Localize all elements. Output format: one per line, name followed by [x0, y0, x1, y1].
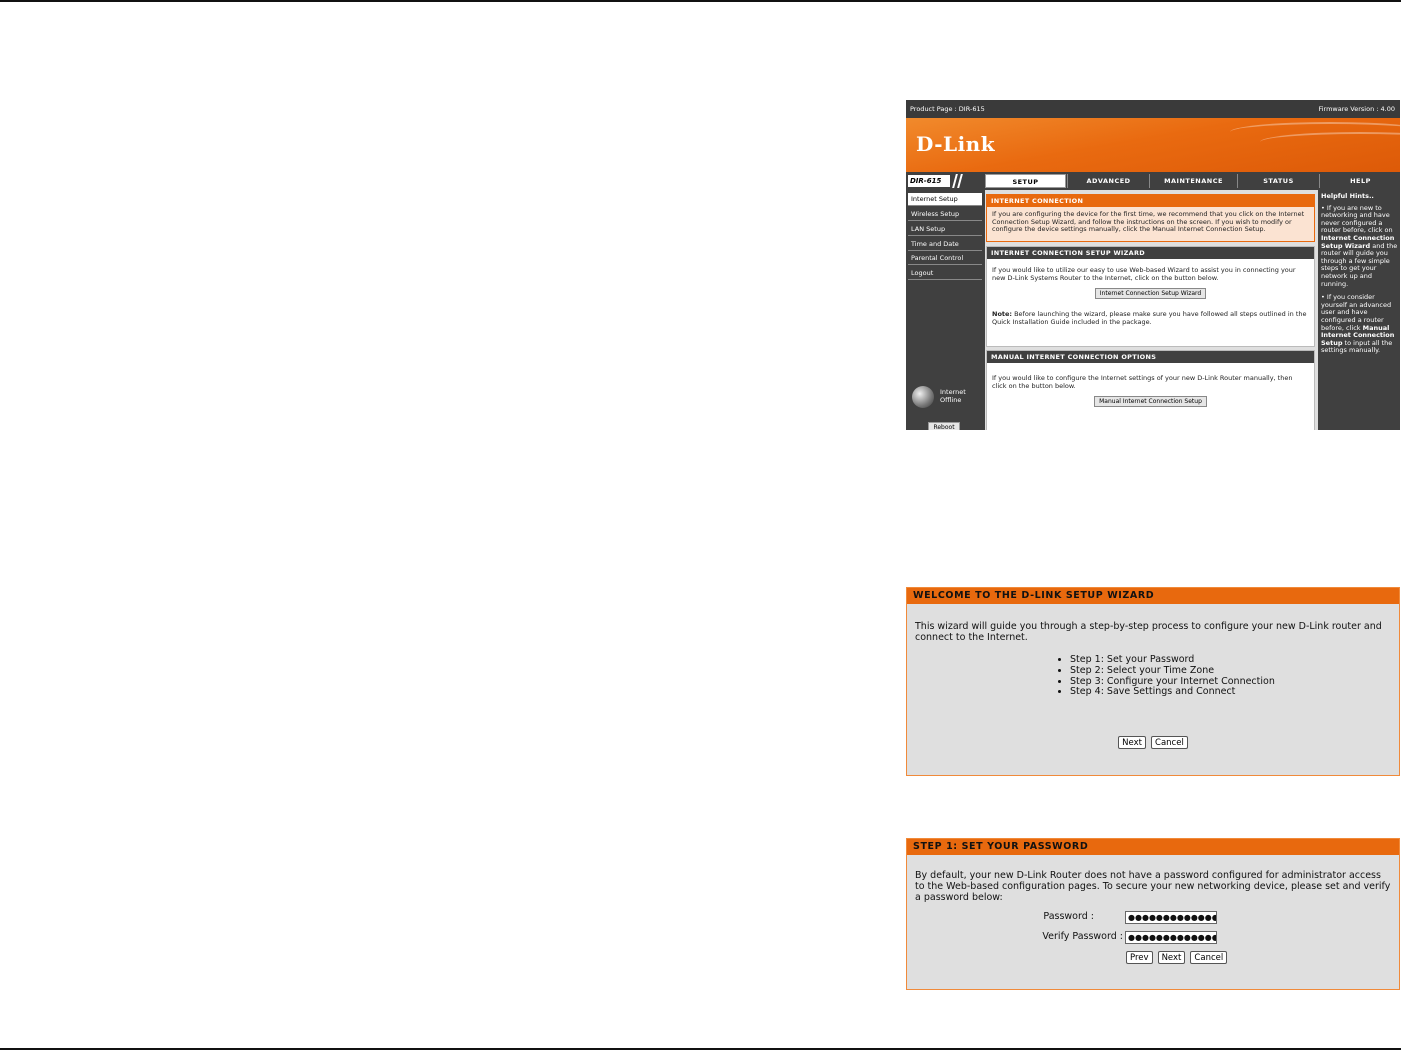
tab-setup[interactable]: SETUP	[985, 174, 1066, 188]
bottom-rule	[0, 1048, 1401, 1050]
sidebar-item-time-and-date[interactable]: Time and Date	[908, 238, 982, 251]
helpful-hints-panel: Helpful Hints.. • If you are new to netw…	[1319, 190, 1400, 430]
wizard-note: Note: Before launching the wizard, pleas…	[992, 310, 1309, 326]
internet-status-label: Internet	[940, 388, 966, 396]
tab-help[interactable]: HELP	[1319, 174, 1400, 188]
section-text: If you would like to configure the Inter…	[992, 374, 1293, 390]
panel-title: STEP 1: SET YOUR PASSWORD	[907, 839, 1399, 855]
product-page-label: Product Page : DIR-615	[910, 105, 985, 113]
password-input[interactable]: ●●●●●●●●●●●●●●●	[1125, 911, 1217, 924]
next-button[interactable]: Next	[1118, 736, 1146, 749]
hint-advanced-user: • If you consider yourself an advanced u…	[1319, 293, 1400, 361]
internet-status-globe-icon	[912, 386, 934, 408]
section-title: INTERNET CONNECTION SETUP WIZARD	[987, 247, 1314, 259]
cancel-button[interactable]: Cancel	[1151, 736, 1188, 749]
reboot-button[interactable]: Reboot	[928, 422, 960, 430]
setup-wizard-button[interactable]: Internet Connection Setup Wizard	[1094, 288, 1207, 299]
set-password-panel: STEP 1: SET YOUR PASSWORD By default, yo…	[906, 838, 1400, 990]
hint-text: and the router will guide you through a …	[1321, 241, 1398, 288]
hint-new-user: • If you are new to networking and have …	[1319, 203, 1400, 295]
section-text: If you would like to utilize our easy to…	[992, 266, 1296, 282]
top-rule	[0, 0, 1401, 2]
verify-password-input[interactable]: ●●●●●●●●●●●●●●●	[1125, 931, 1217, 944]
tab-status[interactable]: STATUS	[1237, 174, 1319, 188]
dlink-logo: D-Link	[916, 132, 996, 156]
setup-wizard-section: INTERNET CONNECTION SETUP WIZARD If you …	[986, 246, 1315, 347]
section-title: MANUAL INTERNET CONNECTION OPTIONS	[987, 351, 1314, 363]
next-button[interactable]: Next	[1157, 951, 1186, 964]
list-item: Step 4: Save Settings and Connect	[1070, 687, 1399, 698]
password-instructions: By default, your new D-Link Router does …	[915, 870, 1391, 903]
hints-title: Helpful Hints..	[1321, 192, 1374, 200]
router-setup-screenshot: Product Page : DIR-615 Firmware Version …	[906, 100, 1400, 430]
sidebar-item-wireless-setup[interactable]: Wireless Setup	[908, 208, 982, 221]
list-item: Step 2: Select your Time Zone	[1070, 665, 1399, 677]
cancel-button[interactable]: Cancel	[1190, 951, 1228, 964]
router-top-bar: Product Page : DIR-615 Firmware Version …	[906, 100, 1400, 118]
welcome-text: This wizard will guide you through a ste…	[915, 621, 1382, 643]
tab-maintenance[interactable]: MAINTENANCE	[1149, 174, 1237, 188]
internet-connection-section: INTERNET CONNECTION If you are configuri…	[986, 194, 1315, 242]
password-buttons: Prev Next Cancel	[1125, 951, 1228, 964]
firmware-version-label: Firmware Version : 4.00	[1318, 105, 1395, 113]
left-sidebar: Internet Setup Wireless Setup LAN Setup …	[906, 190, 984, 430]
panel-title: WELCOME TO THE D-LINK SETUP WIZARD	[907, 588, 1399, 604]
model-badge: DIR-615	[908, 175, 950, 187]
manual-connection-section: MANUAL INTERNET CONNECTION OPTIONS If yo…	[986, 350, 1315, 430]
password-label-wrap: Password :	[907, 910, 1094, 924]
banner-swoosh	[1260, 132, 1400, 152]
section-title: INTERNET CONNECTION	[987, 195, 1314, 207]
password-label: Password :	[1043, 911, 1094, 922]
sidebar-item-lan-setup[interactable]: LAN Setup	[908, 223, 982, 236]
verify-password-label: Verify Password :	[1042, 931, 1123, 942]
welcome-wizard-panel: WELCOME TO THE D-LINK SETUP WIZARD This …	[906, 587, 1400, 776]
section-text: If you are configuring the device for th…	[992, 210, 1305, 233]
dlink-banner: D-Link	[906, 118, 1400, 172]
main-content: INTERNET CONNECTION If you are configuri…	[985, 190, 1318, 430]
note-text: Before launching the wizard, please make…	[992, 310, 1307, 326]
internet-status: Internet Offline	[940, 388, 966, 404]
sidebar-item-logout[interactable]: Logout	[908, 267, 982, 280]
wizard-buttons: Next Cancel	[907, 736, 1399, 749]
tab-advanced[interactable]: ADVANCED	[1067, 174, 1149, 188]
wizard-steps-list: Step 1: Set your Password Step 2: Select…	[1056, 654, 1399, 698]
sidebar-item-parental-control[interactable]: Parental Control	[908, 252, 982, 265]
hint-text: • If you are new to networking and have …	[1321, 203, 1393, 235]
verify-label-wrap: Verify Password :	[907, 930, 1123, 944]
internet-status-value: Offline	[940, 396, 962, 404]
prev-button[interactable]: Prev	[1126, 951, 1153, 964]
sidebar-item-internet-setup[interactable]: Internet Setup	[908, 193, 982, 206]
manual-setup-button[interactable]: Manual Internet Connection Setup	[1094, 396, 1207, 407]
